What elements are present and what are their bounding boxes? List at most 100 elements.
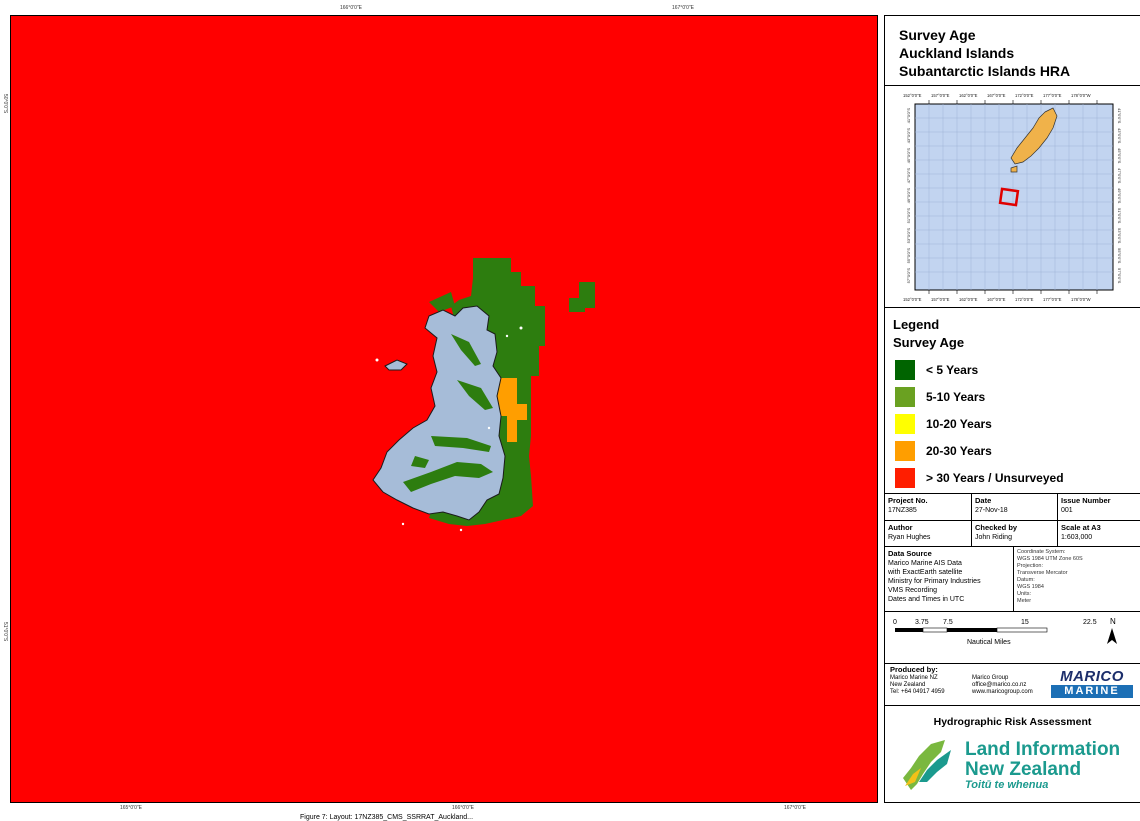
scale-value: 1:603,000 (1061, 534, 1093, 541)
scale-label: Scale at A3 (1061, 523, 1101, 532)
islet (505, 334, 509, 338)
inset-side-label: 51°0'0"S (906, 208, 911, 224)
inset-bottom-labels: 152°0'0"E 157°0'0"E 162°0'0"E 167°0'0"E … (903, 297, 1091, 302)
legend-item: > 30 Years / Unsurveyed (893, 464, 1140, 491)
title-block: Survey Age Auckland Islands Subantarctic… (885, 16, 1140, 86)
islet (487, 426, 491, 430)
bottom-tick-167e: 167°0'0"E (784, 805, 806, 811)
coord-line: WGS 1984 UTM Zone 60S (1017, 556, 1083, 562)
islet (459, 528, 463, 532)
inset-side-label: 49°0'0"S (906, 188, 911, 204)
legend-label: > 30 Years / Unsurveyed (926, 470, 1064, 485)
marico-logo-bottom: MARINE (1051, 685, 1133, 698)
marico-marine-logo: MARICO MARINE (1051, 669, 1133, 699)
left-tick-51s: 51°0'0"S (2, 622, 8, 642)
scale-tick-label: 15 (1021, 619, 1029, 626)
producer-line: New Zealand (890, 682, 926, 688)
inset-top-label: 177°0'0"E (1043, 93, 1062, 98)
producer-line: Marico Marine NZ (890, 675, 938, 681)
data-source-line: Marico Marine AIS Data (888, 560, 962, 567)
checked-label: Checked by (975, 523, 1018, 532)
checked-cell: Checked by John Riding (971, 520, 1057, 546)
producer-line: Marico Group (972, 675, 1009, 681)
data-source-line: VMS Recording (888, 587, 938, 594)
coord-line: Transverse Mercator (1017, 570, 1068, 576)
inset-bottom-label: 162°0'0"E (959, 297, 978, 302)
inset-side-label: 43°0'0"S (1117, 128, 1122, 144)
data-source-line: with ExactEarth satellite (888, 569, 963, 576)
legend-label: 10-20 Years (926, 416, 992, 431)
inset-side-label: 41°0'0"S (906, 108, 911, 124)
date-cell: Date 27-Nov-18 (971, 494, 1057, 520)
marico-logo-top: MARICO (1060, 668, 1124, 685)
coordinate-system-cell: Coordinate System: WGS 1984 UTM Zone 60S… (1013, 546, 1140, 612)
scale-bar-block: 0 3.75 7.5 15 22.5 Nautical Miles N (885, 612, 1140, 664)
issue-value: 001 (1061, 507, 1073, 514)
inset-bottom-label: 152°0'0"E (903, 297, 922, 302)
north-label: N (1110, 617, 1116, 626)
project-no-label: Project No. (888, 496, 928, 505)
hra-footer: Hydrographic Risk Assessment Land Inform… (885, 706, 1140, 802)
scale-tick-label: 7.5 (943, 619, 953, 626)
inset-side-label: 47°0'0"S (906, 168, 911, 184)
top-tick-167e: 167°0'0"E (672, 5, 694, 11)
inset-side-label: 45°0'0"S (1117, 148, 1122, 164)
inset-side-label: 43°0'0"S (906, 128, 911, 144)
inset-bottom-label: 178°0'0"W (1071, 297, 1091, 302)
inset-top-label: 167°0'0"E (987, 93, 1006, 98)
author-label: Author (888, 523, 913, 532)
legend-swatch (895, 467, 915, 488)
inset-top-label: 172°0'0"E (1015, 93, 1034, 98)
inset-bottom-label: 157°0'0"E (931, 297, 950, 302)
hra-title: Hydrographic Risk Assessment (933, 716, 1092, 728)
producer-col-2: Marico Group office@marico.co.nz www.mar… (969, 673, 1049, 703)
islet (401, 522, 405, 526)
legend-subtitle: Survey Age (893, 335, 965, 350)
data-source-cell: Data Source Marico Marine AIS Data with … (885, 546, 1013, 612)
map-info-panel: Survey Age Auckland Islands Subantarctic… (884, 15, 1140, 803)
locator-inset: 152°0'0"E 157°0'0"E 162°0'0"E 167°0'0"E … (885, 86, 1140, 308)
bottom-tick-166e: 166°0'0"E (452, 805, 474, 811)
coord-line: Units: (1017, 591, 1032, 597)
inset-map: 152°0'0"E 157°0'0"E 162°0'0"E 167°0'0"E … (903, 93, 1122, 302)
project-info-block: Project No. 17NZ385 Date 27-Nov-18 Issue… (885, 494, 1140, 612)
bottom-tick-165e: 165°0'0"E (120, 805, 142, 811)
date-label: Date (975, 496, 992, 505)
inset-side-label: 55°0'0"S (1117, 248, 1122, 264)
survey-age-map[interactable] (11, 16, 877, 802)
legend-label: 5-10 Years (926, 389, 986, 404)
inset-side-label: 51°0'0"S (1117, 208, 1122, 224)
figure-caption: Figure 7: Layout: 17NZ385_CMS_SSRRAT_Auc… (300, 814, 474, 821)
scale-tick-label: 0 (893, 619, 897, 626)
map-frame[interactable] (10, 15, 878, 803)
inset-bottom-label: 177°0'0"E (1043, 297, 1062, 302)
checked-value: John Riding (975, 534, 1012, 541)
inset-top-label: 152°0'0"E (903, 93, 922, 98)
islet (375, 358, 379, 362)
top-tick-166e: 166°0'0"E (340, 5, 362, 11)
coord-line: Meter (1017, 598, 1032, 604)
inset-side-label: 41°0'0"S (1117, 108, 1122, 124)
islet (519, 326, 523, 330)
inset-side-label: 55°0'0"S (906, 248, 911, 264)
legend-label: 20-30 Years (926, 443, 992, 458)
inset-side-label: 53°0'0"S (1117, 228, 1122, 244)
scale-segment (947, 628, 997, 632)
legend: Legend Survey Age < 5 Years 5-10 Years 1… (885, 308, 1140, 494)
linz-logo-icon (903, 740, 951, 790)
producer-line: www.maricogroup.com (972, 689, 1033, 695)
left-tick-50s: 50°0'0"S (2, 94, 8, 114)
title-line-2: Auckland Islands (899, 45, 1015, 61)
scale-segment (996, 627, 1048, 633)
legend-swatch (895, 413, 915, 434)
date-value: 27-Nov-18 (975, 507, 1008, 514)
linz-line-2: New Zealand (965, 759, 1082, 780)
scale-bar: 0 3.75 7.5 15 22.5 Nautical Miles N (893, 617, 1117, 646)
scale-segment (922, 627, 948, 633)
inset-side-label: 57°0'0"S (906, 268, 911, 284)
inset-top-label: 162°0'0"E (959, 93, 978, 98)
inset-side-label: 57°0'0"S (1117, 268, 1122, 284)
produced-by-block: Produced by: Marico Marine NZ New Zealan… (885, 664, 1140, 706)
project-no-value: 17NZ385 (888, 507, 917, 514)
inset-top-label: 157°0'0"E (931, 93, 950, 98)
